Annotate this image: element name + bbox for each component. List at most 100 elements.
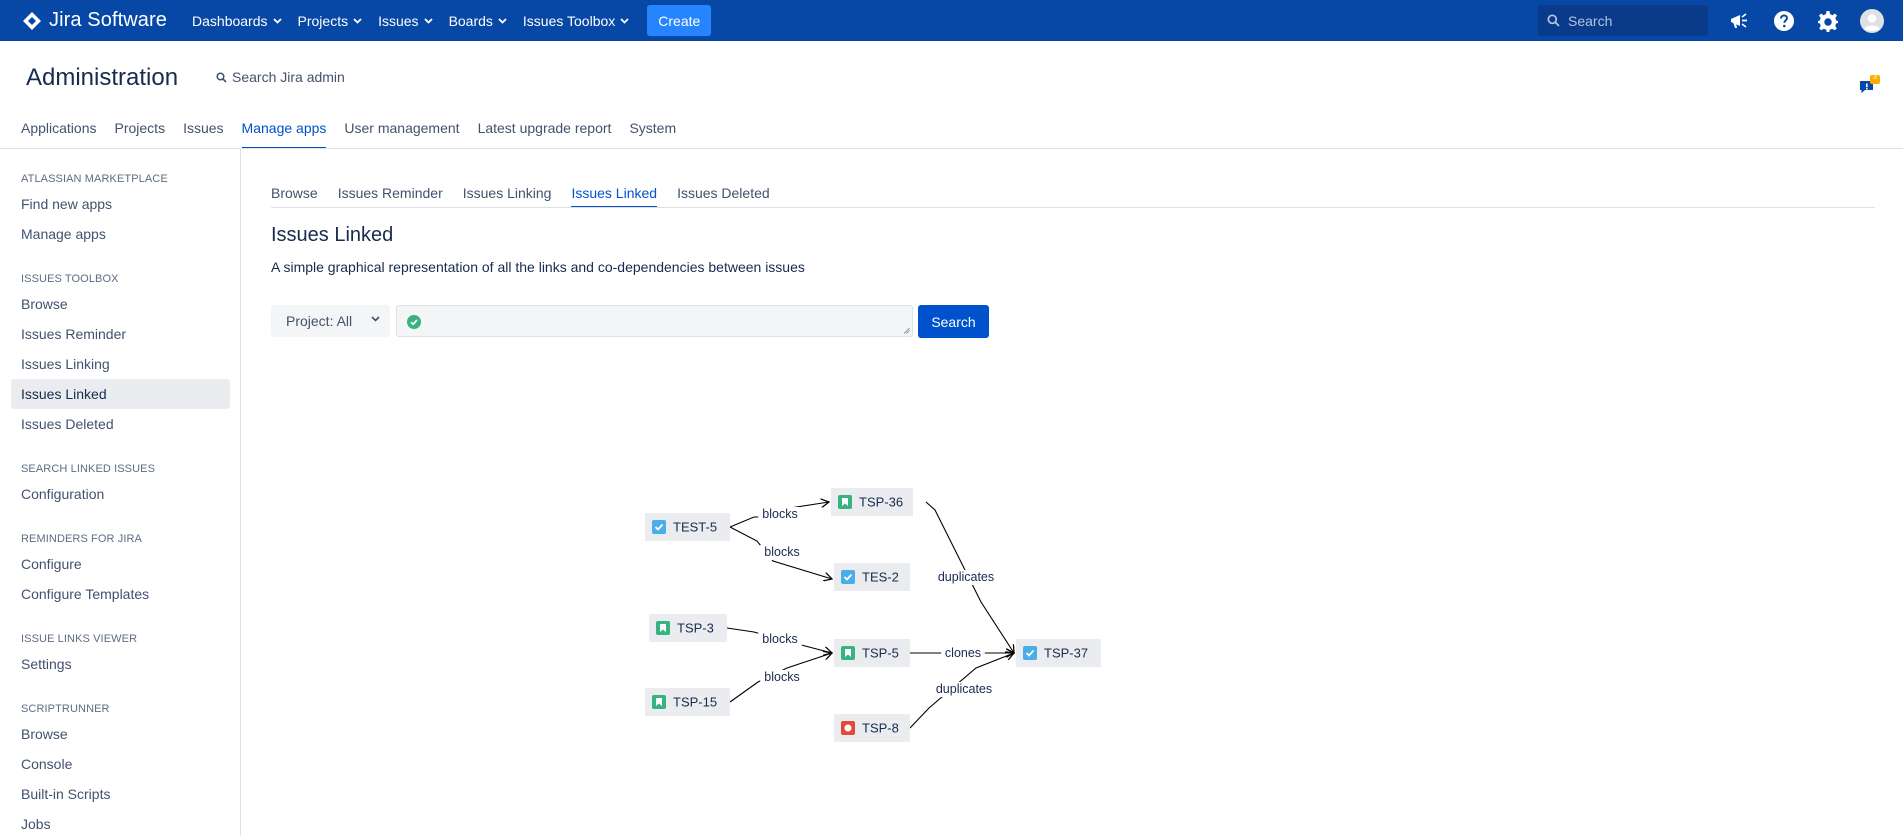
section-title: Issues Linked [271,224,394,246]
chevron-down-icon [272,17,282,24]
sidebar-item-configure[interactable]: Configure [11,549,230,579]
nav-projects-label: Projects [297,12,349,29]
chevron-down-icon [423,17,433,24]
tab-latest-upgrade-report[interactable]: Latest upgrade report [478,120,612,149]
section-description: A simple graphical representation of all… [271,259,805,275]
tab-issues-reminder[interactable]: Issues Reminder [338,185,443,208]
issue-node-test-5[interactable]: TEST-5 [645,513,730,541]
link-label-background [931,570,1001,585]
chevron-down-icon [371,316,380,322]
issue-node-tsp-37[interactable]: TSP-37 [1016,639,1101,667]
issue-key: TSP-8 [862,721,899,736]
chevron-down-icon [353,17,362,24]
link-type-label: blocks [762,507,797,521]
tab-system[interactable]: System [629,120,676,149]
nav-issues-label: Issues [378,12,419,29]
nav-dashboards[interactable]: Dashboards [192,13,282,29]
sidebar-item-configure-templates[interactable]: Configure Templates [11,579,230,609]
tab-projects[interactable]: Projects [115,120,166,149]
sidebar-item-issues-deleted[interactable]: Issues Deleted [11,409,230,439]
avatar[interactable] [1860,9,1884,33]
sidebar-section-heading: ATLASSIAN MARKETPLACE [21,173,168,185]
sidebar-item-issues-reminder[interactable]: Issues Reminder [11,319,230,349]
tab-issues-deleted[interactable]: Issues Deleted [677,185,770,208]
sidebar-item-find-new-apps[interactable]: Find new apps [11,189,230,219]
admin-tabs: Applications Projects Issues Manage apps… [21,120,694,149]
sidebar-item-browse[interactable]: Browse [11,289,230,319]
nav-issues-toolbox-label: Issues Toolbox [522,12,616,29]
megaphone-icon[interactable] [1727,9,1751,33]
sidebar-item-scriptrunner-browse[interactable]: Browse [11,719,230,749]
issue-key: TSP-37 [1044,646,1088,661]
link-type-label: clones [945,646,981,660]
link-label-background [760,545,804,560]
sidebar-item-built-in-scripts[interactable]: Built-in Scripts [11,779,230,809]
notification-badge: 3 [1873,74,1877,81]
tab-manage-apps[interactable]: Manage apps [241,120,327,149]
issue-key: TES-2 [862,570,899,585]
link-label-background [941,646,985,661]
project-filter-select[interactable]: Project: All [271,305,390,337]
link-label-background [929,682,999,697]
issue-key: TSP-5 [862,646,899,661]
admin-search-link[interactable]: Search Jira admin [216,69,345,85]
search-icon [216,71,227,83]
sidebar-item-jobs[interactable]: Jobs [11,809,230,836]
task-type-icon [841,570,855,584]
link-label-background [758,507,802,522]
tab-issues[interactable]: Issues [183,120,223,149]
gear-icon[interactable] [1816,9,1840,33]
sidebar-item-issues-linking[interactable]: Issues Linking [11,349,230,379]
chevron-down-icon [620,17,629,24]
chevron-down-icon [498,17,507,24]
nav-issues-toolbox[interactable]: Issues Toolbox [523,13,629,29]
nav-dashboards-label: Dashboards [192,12,268,29]
tab-user-management[interactable]: User management [344,120,459,149]
top-navigation: Jira Software Dashboards Projects Issues… [0,0,1903,41]
bug-type-icon [841,721,855,735]
issues-toolbox-tabs: Browse Issues Reminder Issues Linking Is… [271,185,790,208]
tab-issues-linked[interactable]: Issues Linked [571,185,658,208]
admin-search-label: Search Jira admin [232,69,345,85]
search-icon [1547,14,1560,27]
tab-applications[interactable]: Applications [21,120,97,149]
sidebar: ATLASSIAN MARKETPLACE Find new apps Mana… [0,149,241,836]
project-filter-value: Project: All [286,313,353,329]
jql-query-input[interactable] [396,305,913,337]
link-type-label: blocks [764,670,799,684]
link-edge [729,526,832,579]
issue-node-tes-2[interactable]: TES-2 [834,563,910,591]
issue-key: TSP-36 [859,495,903,510]
search-button[interactable]: Search [918,305,989,338]
issue-node-tsp-5[interactable]: TSP-5 [834,639,910,667]
help-icon[interactable] [1772,9,1796,33]
resize-handle-icon[interactable] [903,327,910,334]
task-type-icon [1023,646,1037,660]
valid-query-icon [407,315,421,329]
issue-node-tsp-8[interactable]: TSP-8 [834,714,910,742]
nav-issues[interactable]: Issues [378,12,433,29]
tab-browse[interactable]: Browse [271,185,318,208]
sidebar-item-manage-apps[interactable]: Manage apps [11,219,230,249]
link-edge [729,502,829,528]
nav-projects[interactable]: Projects [298,13,363,29]
issue-key: TSP-3 [677,621,714,636]
sidebar-item-console[interactable]: Console [11,749,230,779]
create-button[interactable]: Create [647,5,712,36]
jira-logo[interactable]: Jira Software [22,0,167,41]
issue-node-tsp-36[interactable]: TSP-36 [831,488,913,516]
page-title: Administration [26,64,179,91]
nav-boards[interactable]: Boards [449,13,507,29]
feedback-icon[interactable]: 3 [1858,74,1880,97]
issue-node-tsp-3[interactable]: TSP-3 [649,614,727,642]
link-type-label: blocks [762,632,797,646]
link-edge [729,653,832,703]
issue-node-tsp-15[interactable]: TSP-15 [645,688,730,716]
global-search-input[interactable]: Search [1538,5,1708,36]
tab-issues-linking[interactable]: Issues Linking [463,185,552,208]
sidebar-section-heading: REMINDERS FOR JIRA [21,533,142,545]
sidebar-item-issues-linked[interactable]: Issues Linked [11,379,230,409]
link-label-background [760,670,804,685]
sidebar-item-settings[interactable]: Settings [11,649,230,679]
sidebar-item-configuration[interactable]: Configuration [11,479,230,509]
